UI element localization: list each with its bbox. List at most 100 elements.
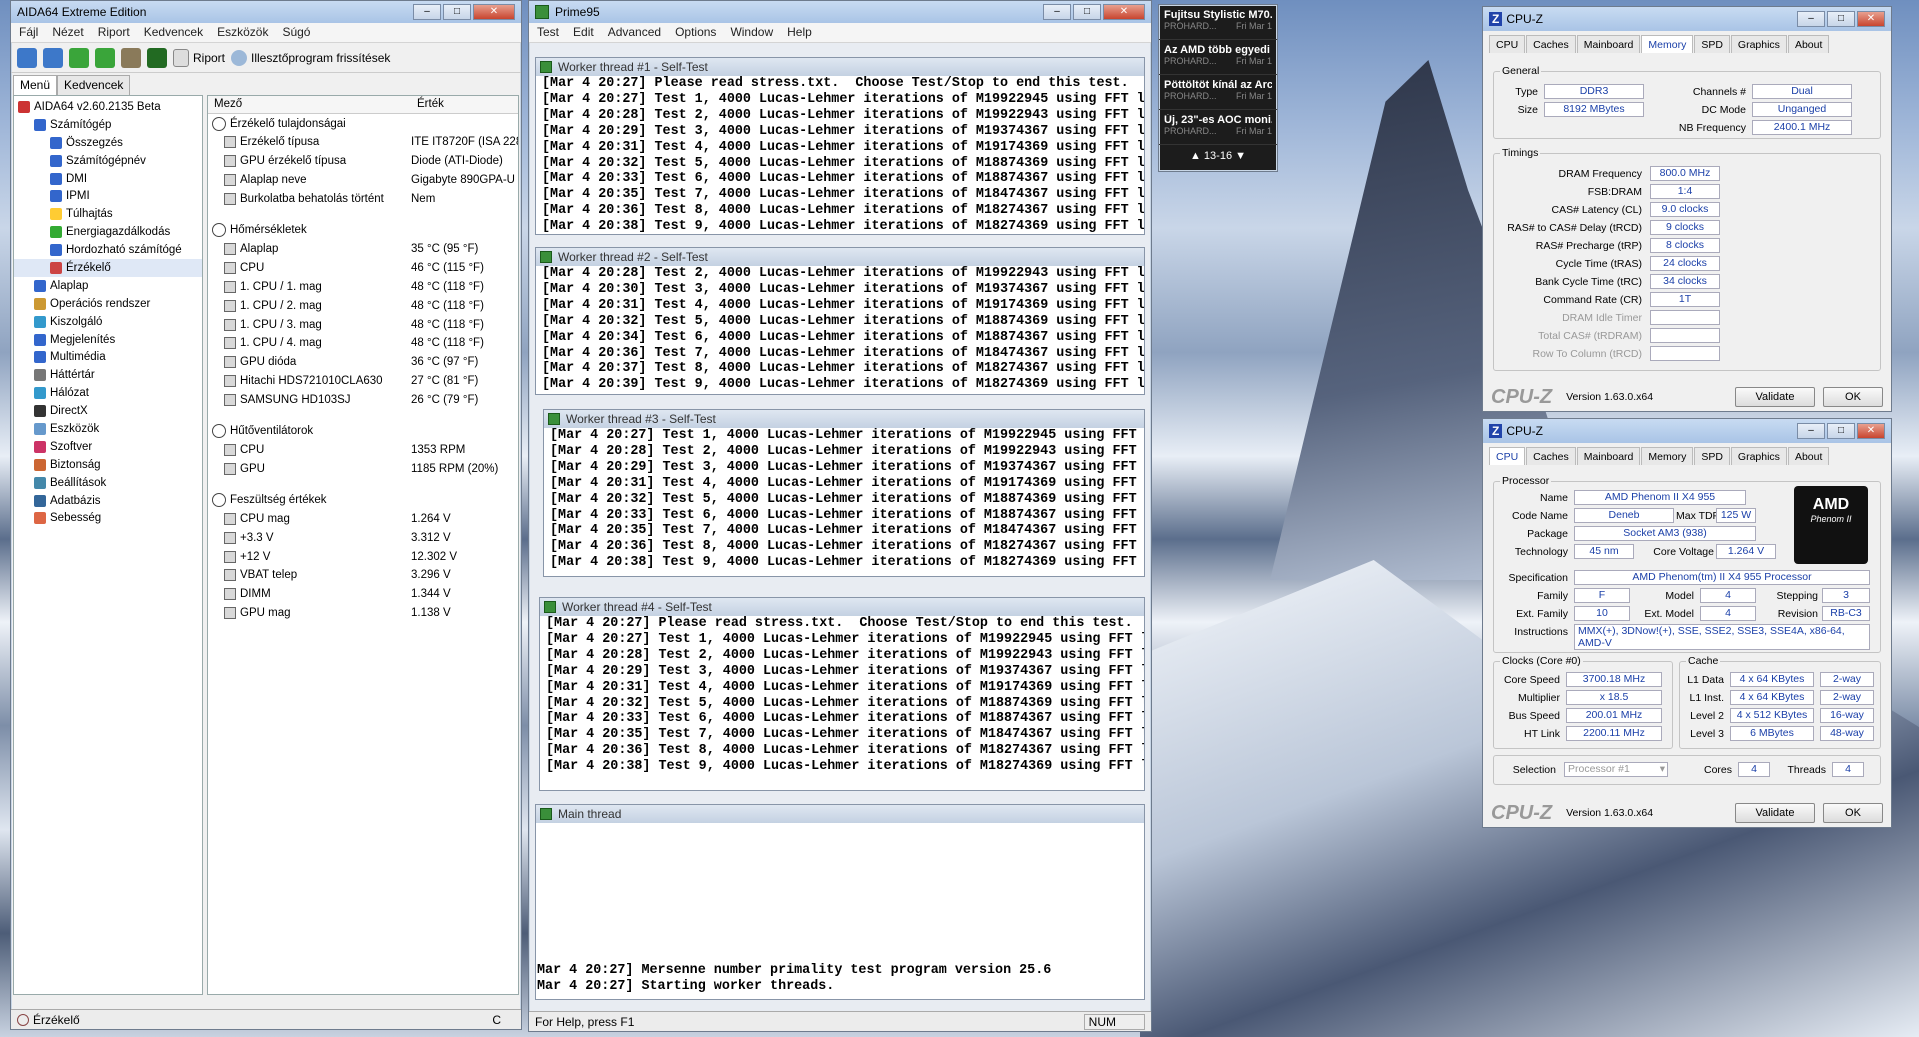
sensor-row[interactable]: 1. CPU / 2. mag 48 °C (118 °F) [208, 296, 518, 315]
worker-thread-window[interactable]: Worker thread #4 - Self-Test [Mar 4 20:27… [539, 597, 1145, 791]
next-icon[interactable]: ▼ [1235, 150, 1246, 162]
tab-caches[interactable]: Caches [1526, 447, 1576, 465]
sensor-row[interactable]: GPU mag 1.138 V [208, 604, 518, 623]
sensor-row[interactable]: Burkolatba behatolás történt Nem [208, 190, 518, 209]
sensor-row[interactable]: CPU 46 °C (115 °F) [208, 258, 518, 277]
tree-item[interactable]: Háttértár [14, 366, 202, 384]
menu-item[interactable]: Test [537, 25, 559, 40]
menu-item[interactable]: Options [675, 25, 716, 40]
sensor-row[interactable]: Érzékelő típusa ITE IT8720F (ISA 228 [208, 133, 518, 152]
sensor-row[interactable]: SAMSUNG HD103SJ 26 °C (79 °F) [208, 391, 518, 410]
up-icon[interactable] [69, 47, 89, 68]
close-button[interactable]: ✕ [1857, 423, 1885, 439]
news-item[interactable]: Új, 23"-es AOC moni... PROHARD... Fri Mar … [1159, 110, 1277, 145]
minimize-button[interactable]: ‒ [413, 4, 441, 20]
menu-item[interactable]: Eszközök [217, 25, 268, 40]
news-item[interactable]: Pöttöltöt kínál az Arc... PROHARD... Fri M… [1159, 75, 1277, 110]
tab-memory[interactable]: Memory [1641, 35, 1694, 53]
close-button[interactable]: ✕ [473, 4, 515, 20]
tab-about[interactable]: About [1787, 35, 1830, 53]
tree-item[interactable]: Megjelenítés [14, 331, 202, 349]
tree-item[interactable]: Számítógépnév [14, 152, 202, 170]
tree-item[interactable]: Multimédia [14, 348, 202, 366]
tree-item[interactable]: Adatbázis [14, 492, 202, 510]
worker-thread-window[interactable]: Worker thread #3 - Self-Test [Mar 4 20:27… [543, 409, 1145, 577]
tab-spd[interactable]: SPD [1694, 35, 1730, 53]
sensor-row[interactable]: +12 V 12.302 V [208, 547, 518, 566]
forward-icon[interactable] [43, 47, 63, 68]
tree-item[interactable]: Kiszolgáló [14, 313, 202, 331]
worker-thread-window[interactable]: Worker thread #1 - Self-Test [Mar 4 20:27… [535, 57, 1145, 235]
main-thread-window[interactable]: Main thread Mar 4 20:27] Mersenne number… [535, 804, 1145, 1000]
menu-item[interactable]: Súgó [282, 25, 310, 40]
sensor-row[interactable]: +3.3 V 3.312 V [208, 528, 518, 547]
tab-cpu[interactable]: CPU [1489, 447, 1526, 465]
close-button[interactable]: ✕ [1857, 11, 1885, 27]
minimize-button[interactable]: ‒ [1797, 11, 1825, 27]
tree-item[interactable]: IPMI [14, 187, 202, 205]
sensor-row[interactable]: Alaplap neve Gigabyte 890GPA-U [208, 171, 518, 190]
menu-item[interactable]: Edit [573, 25, 594, 40]
sensor-row[interactable]: VBAT telep 3.296 V [208, 566, 518, 585]
ok-button[interactable]: OK [1823, 803, 1883, 823]
news-item[interactable]: Fujitsu Stylistic M70... PROHARD... Fri Ma… [1159, 5, 1277, 40]
users-icon[interactable] [121, 47, 141, 68]
tab-about[interactable]: About [1787, 447, 1830, 465]
nav-tab[interactable]: Kedvencek [57, 75, 131, 95]
menu-item[interactable]: Fájl [19, 25, 38, 40]
close-button[interactable]: ✕ [1103, 4, 1145, 20]
sensor-row[interactable]: DIMM 1.344 V [208, 585, 518, 604]
menu-item[interactable]: Advanced [608, 25, 661, 40]
sensor-row[interactable]: 1. CPU / 3. mag 48 °C (118 °F) [208, 315, 518, 334]
tree-item[interactable]: Túlhajtás [14, 205, 202, 223]
menu-item[interactable]: Window [730, 25, 773, 40]
maximize-button[interactable]: □ [1073, 4, 1101, 20]
column-header[interactable]: Érték [411, 96, 450, 113]
sensor-row[interactable]: Alaplap 35 °C (95 °F) [208, 240, 518, 259]
monitor-icon[interactable] [147, 47, 167, 68]
sensor-row[interactable]: 1. CPU / 1. mag 48 °C (118 °F) [208, 277, 518, 296]
tab-spd[interactable]: SPD [1694, 447, 1730, 465]
tree-item[interactable]: DMI [14, 170, 202, 188]
report-button[interactable]: Riport [173, 48, 225, 67]
tree-item[interactable]: Biztonság [14, 456, 202, 474]
menu-item[interactable]: Help [787, 25, 812, 40]
tree-item[interactable]: Érzékelő [14, 259, 202, 277]
tree-item[interactable]: DirectX [14, 402, 202, 420]
nav-tab[interactable]: Menü [13, 75, 58, 95]
sensor-row[interactable]: GPU dióda 36 °C (97 °F) [208, 353, 518, 372]
worker-thread-window[interactable]: Worker thread #2 - Self-Test [Mar 4 20:28… [535, 247, 1145, 395]
tree-item[interactable]: Beállítások [14, 474, 202, 492]
tree-item[interactable]: AIDA64 v2.60.2135 Beta [14, 98, 202, 116]
tree-item[interactable]: Összegzés [14, 134, 202, 152]
menu-item[interactable]: Riport [98, 25, 130, 40]
tree-item[interactable]: Energiagazdálkodás [14, 223, 202, 241]
news-item[interactable]: Az AMD több egyedi ... PROHARD... Fri Mar … [1159, 40, 1277, 75]
sensor-row[interactable]: GPU érzékelő típusa Diode (ATI-Diode) [208, 152, 518, 171]
tree-item[interactable]: Hordozható számítógé [14, 241, 202, 259]
column-header[interactable]: Mező [208, 96, 411, 113]
processor-select[interactable]: Processor #1 ▾ [1564, 762, 1668, 777]
minimize-button[interactable]: ‒ [1043, 4, 1071, 20]
tab-caches[interactable]: Caches [1526, 35, 1576, 53]
ok-button[interactable]: OK [1823, 387, 1883, 407]
tab-cpu[interactable]: CPU [1489, 35, 1526, 53]
sensor-row[interactable]: 1. CPU / 4. mag 48 °C (118 °F) [208, 334, 518, 353]
tree-item[interactable]: Számítógép [14, 116, 202, 134]
tree-item[interactable]: Szoftver [14, 438, 202, 456]
tab-graphics[interactable]: Graphics [1730, 35, 1787, 53]
maximize-button[interactable]: □ [1827, 11, 1855, 27]
tree-item[interactable]: Hálózat [14, 384, 202, 402]
tree-item[interactable]: Eszközök [14, 420, 202, 438]
sensor-row[interactable]: Hitachi HDS721010CLA630 27 °C (81 °F) [208, 372, 518, 391]
tree-item[interactable]: Alaplap [14, 277, 202, 295]
tree-item[interactable]: Sebesség [14, 509, 202, 527]
sensor-row[interactable]: GPU 1185 RPM (20%) [208, 459, 518, 478]
sensor-row[interactable]: CPU mag 1.264 V [208, 509, 518, 528]
tab-graphics[interactable]: Graphics [1730, 447, 1787, 465]
maximize-button[interactable]: □ [1827, 423, 1855, 439]
maximize-button[interactable]: □ [443, 4, 471, 20]
tab-mainboard[interactable]: Mainboard [1576, 447, 1641, 465]
prev-icon[interactable]: ▲ [1190, 150, 1201, 162]
refresh-icon[interactable] [95, 47, 115, 68]
